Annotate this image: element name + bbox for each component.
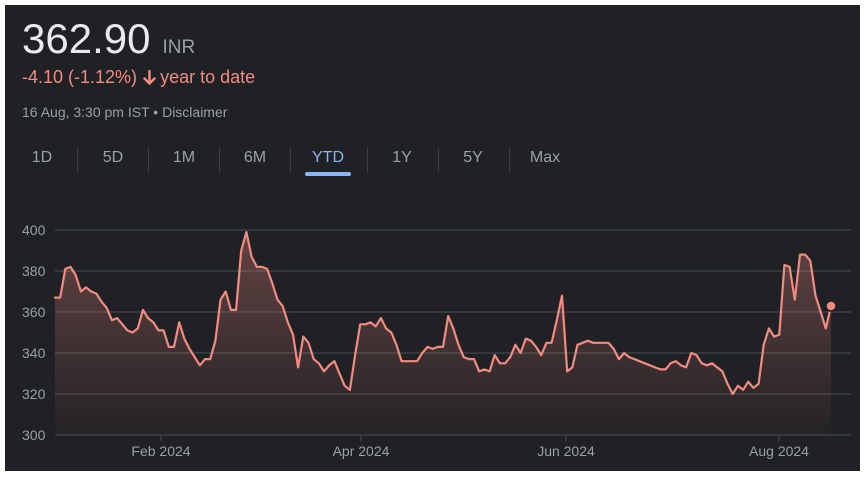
y-tick-label: 340 — [22, 345, 46, 361]
y-tick-label: 360 — [22, 304, 46, 320]
x-tick-label: Feb 2024 — [131, 443, 190, 459]
x-tick-label: Aug 2024 — [749, 443, 809, 459]
price-area-fill — [55, 232, 831, 435]
y-tick-label: 400 — [22, 222, 46, 238]
price-chart: 300 320 340 360 380 400 Feb 2024 Apr 2024 Jun 20… — [22, 222, 851, 459]
y-tick-label: 300 — [22, 427, 46, 443]
last-price-marker — [825, 300, 837, 312]
x-tick-label: Jun 2024 — [537, 443, 595, 459]
x-tick-label: Apr 2024 — [333, 443, 390, 459]
y-tick-label: 380 — [22, 263, 46, 279]
y-tick-label: 320 — [22, 386, 46, 402]
